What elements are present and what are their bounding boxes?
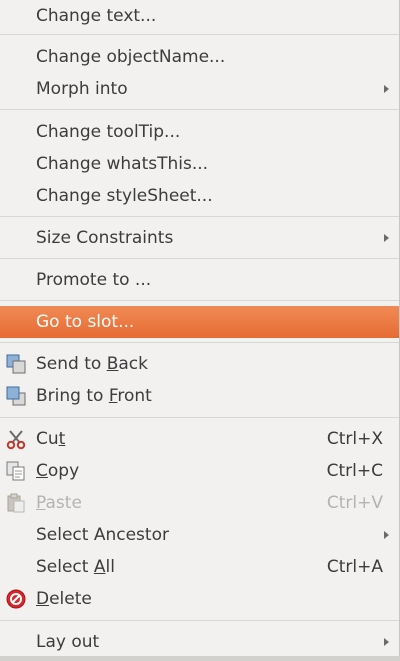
submenu-arrow-icon [384, 234, 389, 242]
select-ancestor-item[interactable]: Select Ancestor [0, 519, 399, 551]
scissors-icon [6, 430, 26, 450]
promote-to-item[interactable]: Promote to ... [0, 264, 399, 296]
copy-item[interactable]: Copy Ctrl+C [0, 455, 399, 487]
separator [0, 258, 399, 259]
separator [0, 34, 399, 35]
change-whatsthis-item[interactable]: Change whatsThis... [0, 148, 399, 180]
change-objectname-label: Change objectName... [36, 47, 226, 67]
morph-into-item[interactable]: Morph into [0, 73, 399, 105]
change-stylesheet-label: Change styleSheet... [36, 186, 213, 206]
change-objectname-item[interactable]: Change objectName... [0, 41, 399, 73]
select-all-shortcut: Ctrl+A [326, 557, 383, 577]
go-to-slot-item[interactable]: Go to slot... [0, 306, 399, 338]
separator [0, 342, 399, 343]
send-to-back-item[interactable]: Send to Back [0, 348, 399, 380]
separator [0, 417, 399, 418]
morph-into-label: Morph into [36, 79, 128, 99]
change-tooltip-label: Change toolTip... [36, 122, 181, 142]
cut-label: Cut [36, 429, 66, 449]
lay-out-label: Lay out [36, 632, 100, 652]
paste-label: Paste [36, 493, 82, 513]
paste-item[interactable]: Paste Ctrl+V [0, 487, 399, 519]
separator [0, 216, 399, 217]
change-stylesheet-item[interactable]: Change styleSheet... [0, 180, 399, 212]
separator [0, 109, 399, 110]
lay-out-item[interactable]: Lay out [0, 626, 399, 658]
background-strip [0, 656, 400, 661]
go-to-slot-label: Go to slot... [36, 312, 135, 332]
delete-item[interactable]: Delete [0, 583, 399, 615]
cut-item[interactable]: Cut Ctrl+X [0, 423, 399, 455]
submenu-arrow-icon [384, 638, 389, 646]
promote-to-label: Promote to ... [36, 270, 152, 290]
copy-shortcut: Ctrl+C [326, 461, 383, 481]
send-to-back-icon [6, 354, 26, 374]
size-constraints-label: Size Constraints [36, 228, 174, 248]
paste-icon [7, 493, 25, 513]
send-to-back-label: Send to Back [36, 354, 148, 374]
bring-to-front-item[interactable]: Bring to Front [0, 380, 399, 412]
submenu-arrow-icon [384, 531, 389, 539]
size-constraints-item[interactable]: Size Constraints [0, 222, 399, 254]
delete-label: Delete [36, 589, 92, 609]
change-text-label: Change text... [36, 6, 157, 26]
submenu-arrow-icon [384, 85, 389, 93]
delete-icon [6, 589, 26, 609]
select-all-item[interactable]: Select All Ctrl+A [0, 551, 399, 583]
separator [0, 620, 399, 621]
cut-shortcut: Ctrl+X [326, 429, 383, 449]
copy-label: Copy [36, 461, 80, 481]
change-tooltip-item[interactable]: Change toolTip... [0, 116, 399, 148]
separator [0, 300, 399, 301]
bring-to-front-label: Bring to Front [36, 386, 152, 406]
paste-shortcut: Ctrl+V [326, 493, 383, 513]
copy-icon [6, 461, 25, 481]
select-all-label: Select All [36, 557, 115, 577]
change-text-item[interactable]: Change text... [0, 0, 399, 32]
bring-to-front-icon [6, 386, 26, 406]
context-menu: Change text... Change objectName... Morp… [0, 0, 400, 656]
change-whatsthis-label: Change whatsThis... [36, 154, 209, 174]
select-ancestor-label: Select Ancestor [36, 525, 169, 545]
